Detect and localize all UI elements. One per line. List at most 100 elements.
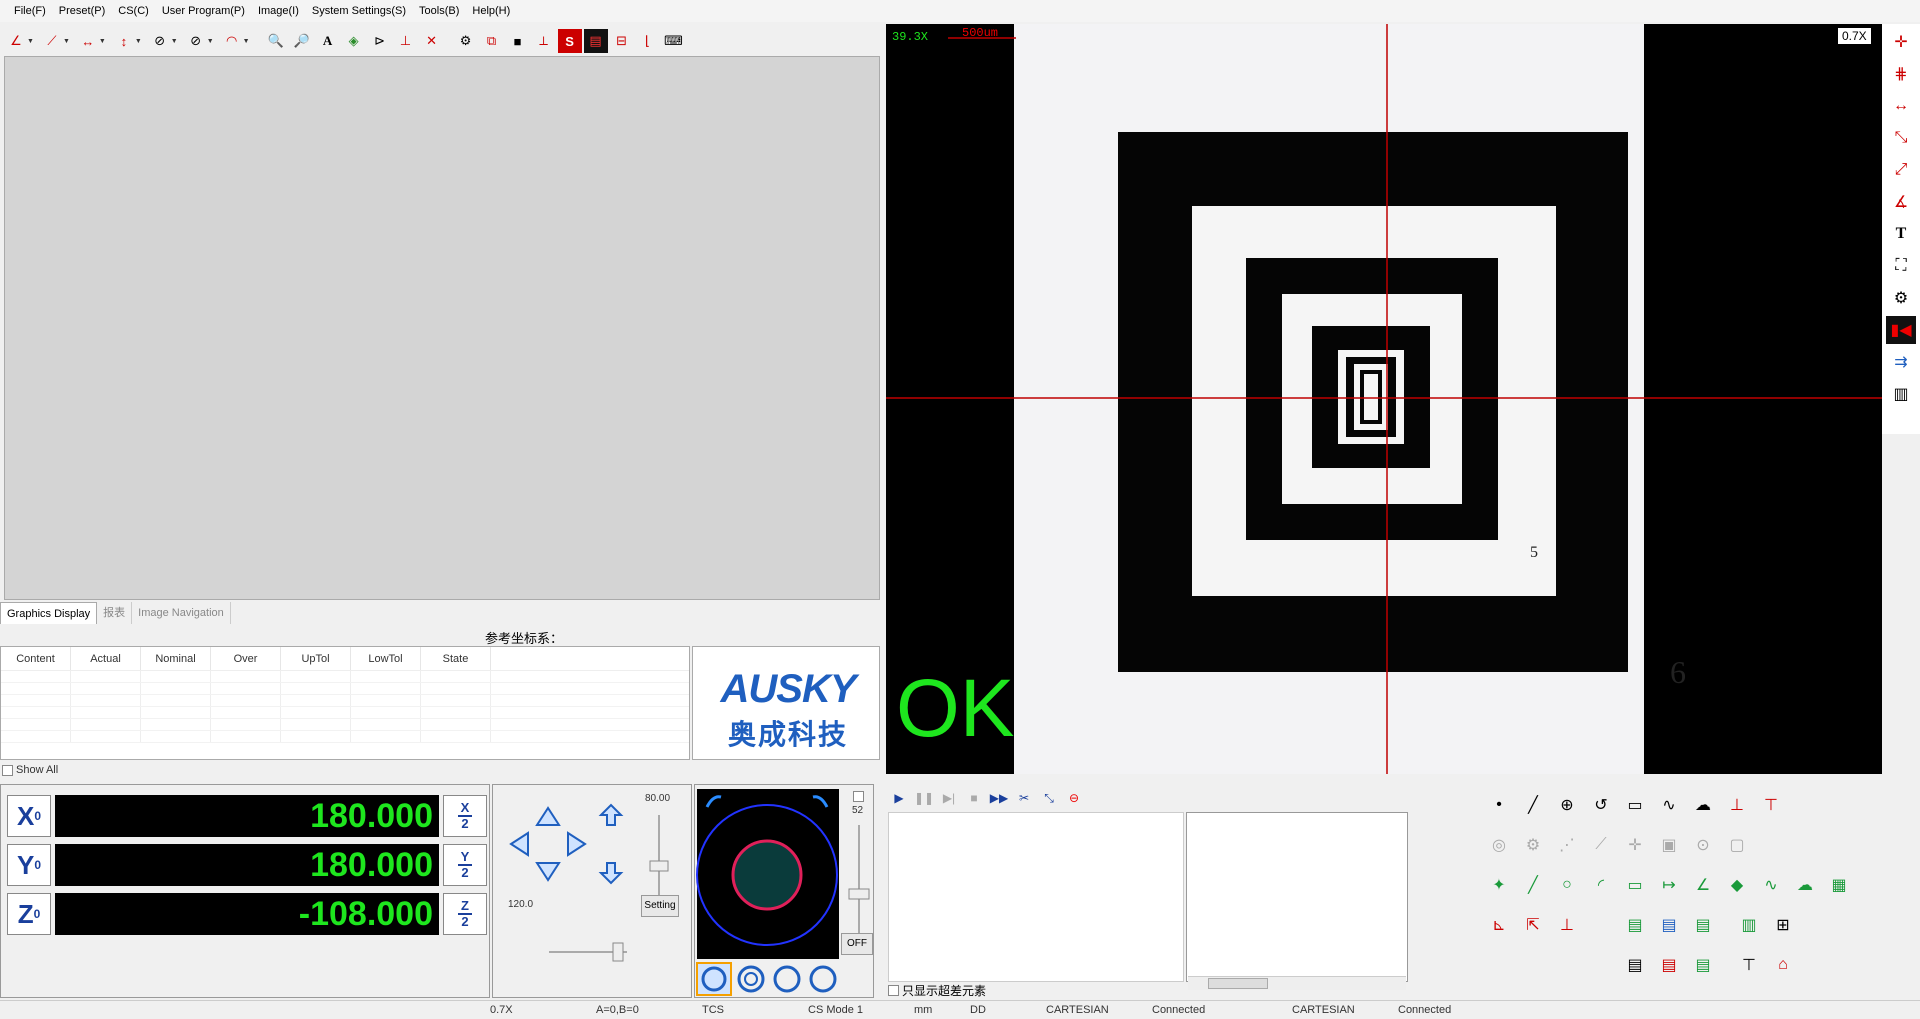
gear-icon[interactable]: ⚙: [454, 29, 478, 53]
step-icon[interactable]: ▶|: [938, 787, 960, 809]
checkbox-box[interactable]: [888, 985, 899, 996]
pin-icon[interactable]: ⊤: [1734, 950, 1764, 980]
menu-system-settings[interactable]: System Settings(S): [312, 5, 406, 17]
arc-icon[interactable]: ◠: [220, 29, 244, 53]
grid-tool-icon[interactable]: ⋕: [1886, 60, 1916, 88]
step-icon[interactable]: ⌊: [636, 29, 660, 53]
distance-tool-icon[interactable]: ↔: [1886, 92, 1916, 120]
report-icon[interactable]: ▤: [583, 29, 608, 53]
setting-button[interactable]: Setting: [641, 895, 679, 917]
x-half-button[interactable]: X2: [443, 795, 487, 837]
circle-slash-icon[interactable]: ⊘: [184, 29, 208, 53]
probe-icon[interactable]: ⟂: [532, 29, 556, 53]
y-axis-tool-icon[interactable]: ⤢: [1886, 156, 1916, 184]
home-icon[interactable]: ⌂: [1768, 950, 1798, 980]
target-icon[interactable]: ⊙: [1688, 830, 1718, 860]
dropdown-arrow-icon[interactable]: ▼: [63, 38, 70, 45]
menu-user-program[interactable]: User Program(P): [162, 5, 245, 17]
column-nominal[interactable]: Nominal: [141, 647, 211, 670]
green-angle-icon[interactable]: ∠: [1688, 870, 1718, 900]
axis-x-zero-button[interactable]: X0: [7, 795, 51, 837]
horizontal-distance-icon[interactable]: ↔: [76, 29, 100, 53]
excel-batch-icon[interactable]: ▤: [1688, 950, 1718, 980]
cross-icon[interactable]: ✕: [420, 29, 444, 53]
play-icon[interactable]: ▶: [888, 787, 910, 809]
pause-icon[interactable]: ❚❚: [913, 787, 935, 809]
dropdown-arrow-icon[interactable]: ▼: [135, 38, 142, 45]
column-state[interactable]: State: [421, 647, 491, 670]
record-icon[interactable]: ▮◀: [1886, 316, 1916, 344]
green-point-icon[interactable]: ✦: [1484, 870, 1514, 900]
zoom-in-icon[interactable]: 🔍: [264, 29, 288, 53]
axis-icon[interactable]: ⊥: [394, 29, 418, 53]
tab-graphics-display[interactable]: Graphics Display: [0, 602, 98, 624]
fullscreen-icon[interactable]: ⛶: [1886, 252, 1916, 280]
menu-cs[interactable]: CS(C): [118, 5, 149, 17]
hspeed-slider-thumb[interactable]: [612, 942, 624, 962]
zoom-out-icon[interactable]: 🔎: [290, 29, 314, 53]
line-fit-icon[interactable]: ⟋: [1586, 830, 1616, 860]
dropdown-arrow-icon[interactable]: ▼: [171, 38, 178, 45]
jog-down-arrow-icon[interactable]: [535, 862, 561, 882]
ring-mode-3-icon[interactable]: [773, 965, 801, 993]
txt-export-icon[interactable]: ▤: [1620, 950, 1650, 980]
coordinate-icon[interactable]: ⊥: [1552, 910, 1582, 940]
align-icon[interactable]: ⇱: [1518, 910, 1548, 940]
circle-diameter-icon[interactable]: ⊘: [148, 29, 172, 53]
table-row[interactable]: [1, 719, 689, 731]
jog-up-arrow-icon[interactable]: [535, 806, 561, 826]
light-off-button[interactable]: OFF: [841, 933, 873, 955]
stop-icon[interactable]: ■: [963, 787, 985, 809]
light-checkbox[interactable]: [853, 791, 864, 802]
green-distance-icon[interactable]: ↦: [1654, 870, 1684, 900]
z-down-arrow-icon[interactable]: [598, 862, 624, 885]
result-table[interactable]: Content Actual Nominal Over UpTol LowTol…: [0, 646, 690, 760]
tools-icon[interactable]: ✂: [1013, 787, 1035, 809]
cancel-icon[interactable]: ⊖: [1063, 787, 1085, 809]
line-icon[interactable]: ╱: [1518, 790, 1548, 820]
jog-right-arrow-icon[interactable]: [567, 831, 587, 857]
y-half-button[interactable]: Y2: [443, 844, 487, 886]
light-slider-thumb[interactable]: [848, 888, 870, 900]
ring-mode-2-icon[interactable]: [737, 965, 765, 993]
layout-icon[interactable]: ⊞: [1768, 910, 1798, 940]
tab-image-navigation[interactable]: Image Navigation: [132, 602, 231, 624]
axis-y-zero-button[interactable]: Y0: [7, 844, 51, 886]
scroll-thumb[interactable]: [1208, 978, 1268, 989]
menu-preset[interactable]: Preset(P): [59, 5, 105, 17]
x-axis-tool-icon[interactable]: ⤡: [1886, 124, 1916, 152]
dropdown-arrow-icon[interactable]: ▼: [243, 38, 250, 45]
z-half-button[interactable]: Z2: [443, 893, 487, 935]
graphics-display-area[interactable]: [4, 56, 880, 600]
scatter-icon[interactable]: ⋰: [1552, 830, 1582, 860]
green-blob-icon[interactable]: ☁: [1790, 870, 1820, 900]
cross-point-icon[interactable]: ✛: [1620, 830, 1650, 860]
barcode-icon[interactable]: ▥: [1886, 380, 1916, 408]
tab-report[interactable]: 报表: [97, 602, 133, 624]
menu-image[interactable]: Image(I): [258, 5, 299, 17]
crosshair-tool-icon[interactable]: ✛: [1886, 28, 1916, 56]
pdf-export-icon[interactable]: ▤: [1654, 950, 1684, 980]
over-only-checkbox[interactable]: 只显示超差元素: [888, 982, 986, 999]
ring-mode-4-icon[interactable]: [809, 965, 837, 993]
layers-icon[interactable]: ◈: [342, 29, 366, 53]
program-detail[interactable]: [1186, 812, 1408, 982]
table-row[interactable]: [1, 707, 689, 719]
calculator-icon[interactable]: ▦: [1824, 870, 1854, 900]
curve-icon[interactable]: ∿: [1654, 790, 1684, 820]
group-icon[interactable]: ⧉: [480, 29, 504, 53]
table-row[interactable]: [1, 731, 689, 743]
autocad-export-icon[interactable]: ▤: [1688, 910, 1718, 940]
green-rect-icon[interactable]: ▭: [1620, 870, 1650, 900]
menu-file[interactable]: File(F): [14, 5, 46, 17]
table-row[interactable]: [1, 683, 689, 695]
frame-icon[interactable]: ▢: [1722, 830, 1752, 860]
vertical-distance-icon[interactable]: ↕: [112, 29, 136, 53]
dropdown-arrow-icon[interactable]: ▼: [27, 38, 34, 45]
circle-center-icon[interactable]: ⊕: [1552, 790, 1582, 820]
excel-export-icon[interactable]: ▤: [1620, 910, 1650, 940]
text-tool-icon[interactable]: T: [1886, 220, 1916, 248]
polyline-icon[interactable]: ⟋: [40, 29, 64, 53]
column-lowtol[interactable]: LowTol: [351, 647, 421, 670]
arc-point-icon[interactable]: ↺: [1586, 790, 1616, 820]
